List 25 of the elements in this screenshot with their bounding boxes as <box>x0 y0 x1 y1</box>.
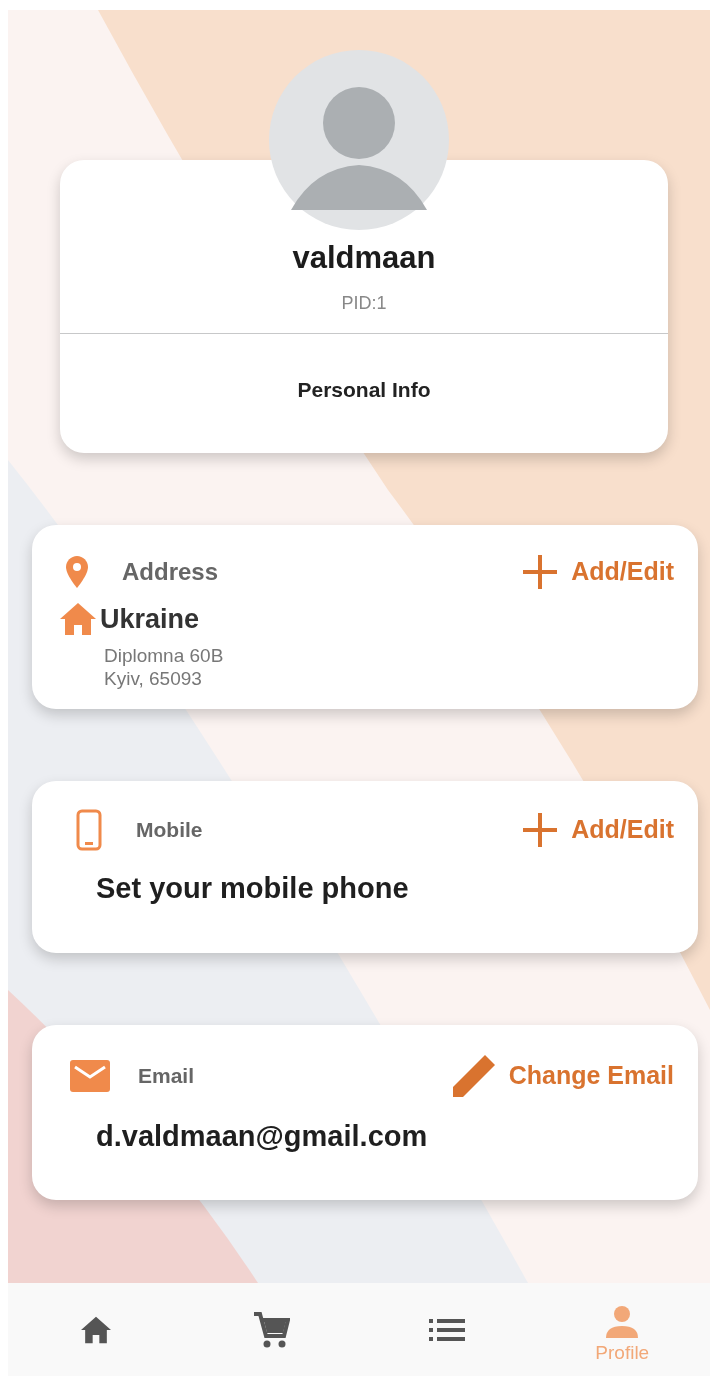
action-button[interactable]: Change Email <box>450 1052 674 1099</box>
phone-icon <box>76 809 102 851</box>
list-icon <box>428 1317 465 1342</box>
user-id: PID:1 <box>340 291 388 315</box>
plus-icon <box>521 553 560 591</box>
card-title: Email <box>138 1062 195 1089</box>
person-icon <box>605 1305 640 1340</box>
card-title: Address <box>122 557 219 587</box>
plus-icon <box>521 811 560 849</box>
phone-number: Set your mobile phone <box>96 872 409 904</box>
action-button[interactable]: Add/Edit <box>521 811 674 849</box>
username: valdmaan <box>291 239 437 277</box>
home-icon <box>60 603 96 636</box>
email-address: d.valdmaan@gmail.com <box>96 1119 428 1152</box>
pencil-icon <box>450 1052 497 1099</box>
country-name: Ukraine <box>100 603 200 636</box>
address-line: Kyiv, 65093 <box>104 667 203 691</box>
home-icon <box>80 1315 111 1344</box>
location-pin-icon <box>66 556 88 588</box>
envelope-icon <box>70 1059 110 1092</box>
cart-icon <box>252 1310 291 1349</box>
section-title: Personal Info <box>297 377 431 401</box>
card-title: Mobile <box>136 817 203 844</box>
address-line: Diplomna 60B <box>104 643 225 668</box>
action-button[interactable]: Add/Edit <box>521 553 674 591</box>
